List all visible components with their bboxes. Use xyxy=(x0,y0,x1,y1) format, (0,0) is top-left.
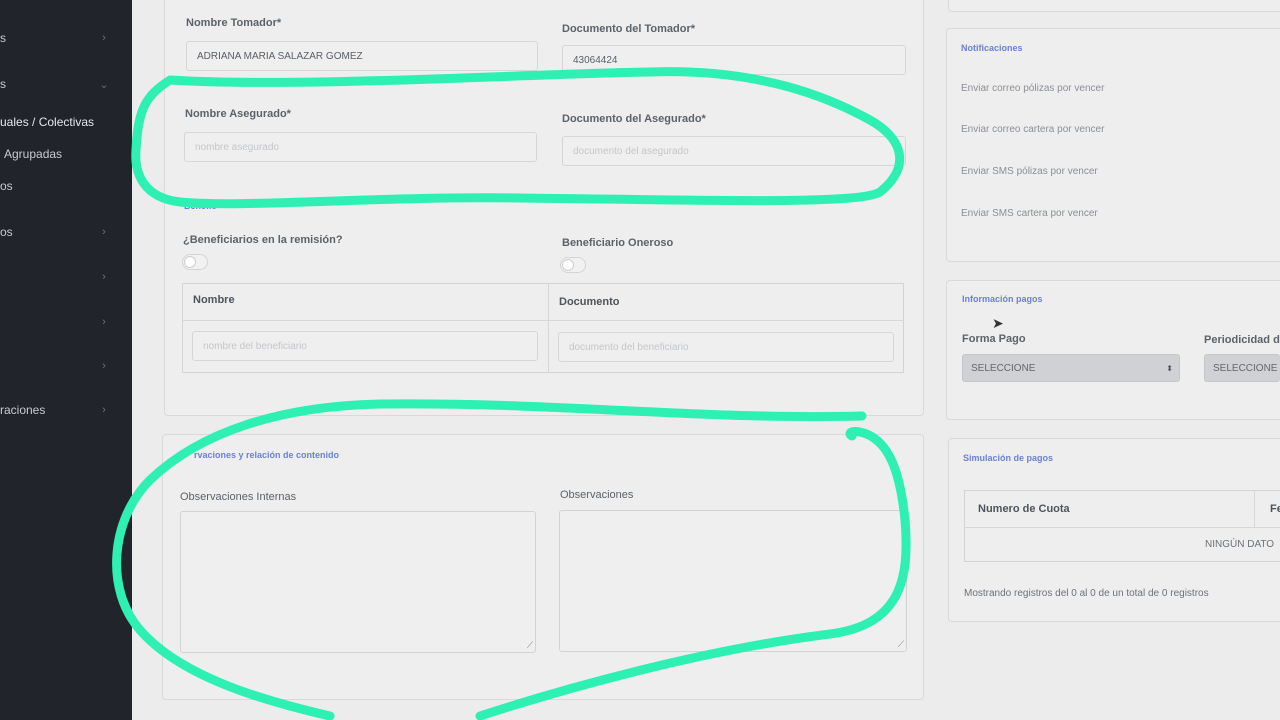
notif-correo-cartera[interactable]: Enviar correo cartera por vencer xyxy=(961,124,1104,135)
chevron-down-icon: ⌄ xyxy=(99,78,109,91)
tomador-name-input[interactable]: ADRIANA MARIA SALAZAR GOMEZ xyxy=(186,41,538,71)
observaciones-section-title: rvaciones y relación de contenido xyxy=(194,450,340,460)
asegurado-doc-label: Documento del Asegurado* xyxy=(562,113,706,125)
sidebar-subitem-3[interactable]: os xyxy=(0,176,110,196)
observaciones-label: Observaciones xyxy=(560,489,634,501)
table-footer-info: Mostrando registros del 0 al 0 de un tot… xyxy=(964,588,1209,599)
mouse-cursor-icon: ➤ xyxy=(992,315,1004,331)
table-header-divider xyxy=(182,320,904,321)
sidebar-subitem-individuales-colectivas[interactable]: uales / Colectivas xyxy=(0,112,132,132)
table-header-documento: Documento xyxy=(559,296,620,308)
table-column-divider xyxy=(1254,490,1255,528)
notif-sms-polizas[interactable]: Enviar SMS pólizas por vencer xyxy=(961,166,1098,177)
info-pagos-title: Información pagos xyxy=(962,294,1043,304)
resize-handle-icon[interactable]: ⟋ xyxy=(898,639,904,650)
table-column-divider xyxy=(548,283,549,373)
tomador-name-label: Nombre Tomador* xyxy=(186,17,282,29)
observaciones-internas-label: Observaciones Internas xyxy=(180,491,297,503)
sidebar-item-configuraciones[interactable]: raciones › xyxy=(0,400,110,420)
chevron-right-icon: › xyxy=(102,32,106,44)
sidebar-item-4[interactable]: › xyxy=(0,267,110,287)
chevron-right-icon: › xyxy=(102,226,106,238)
sidebar-item-6[interactable]: › xyxy=(0,356,110,376)
tomador-doc-label: Documento del Tomador* xyxy=(562,23,696,35)
simulacion-title: Simulación de pagos xyxy=(963,453,1054,463)
sidebar-item-label: Agrupadas xyxy=(4,147,63,161)
chevron-right-icon: › xyxy=(102,404,106,416)
table-header-divider xyxy=(964,527,1280,528)
chevron-right-icon: › xyxy=(102,360,106,372)
sidebar-item-label: os xyxy=(0,225,13,239)
observaciones-textarea[interactable]: ⟋ xyxy=(559,510,907,652)
chevron-right-icon: › xyxy=(102,271,106,283)
asegurado-doc-input[interactable]: documento del asegurado xyxy=(562,136,906,166)
toggle-knob xyxy=(184,256,196,268)
sidebar-item-label: s xyxy=(0,77,6,91)
table-header-numero-cuota: Numero de Cuota xyxy=(978,503,1070,515)
forma-pago-label: Forma Pago xyxy=(962,333,1026,345)
beneficiario-oneroso-toggle[interactable] xyxy=(560,257,586,273)
sidebar-item-label: uales / Colectivas xyxy=(0,115,95,129)
select-arrows-icon: ⬍ xyxy=(1166,363,1173,373)
sidebar-item-3[interactable]: os › xyxy=(0,222,110,242)
table-header-nombre: Nombre xyxy=(193,294,235,306)
simulacion-table xyxy=(964,490,1280,562)
sidebar-item-label: os xyxy=(0,179,13,193)
tomador-doc-input[interactable]: 43064424 xyxy=(562,45,906,75)
observaciones-internas-textarea[interactable]: ⟋ xyxy=(180,511,536,653)
chevron-right-icon: › xyxy=(102,316,106,328)
notif-sms-cartera[interactable]: Enviar SMS cartera por vencer xyxy=(961,208,1098,219)
notificaciones-title: Notificaciones xyxy=(961,43,1023,53)
table-empty-message: NINGÚN DATO xyxy=(1205,539,1275,550)
main-content: Nombre Tomador* ADRIANA MARIA SALAZAR GO… xyxy=(132,0,1280,720)
forma-pago-value: SELECCIONE xyxy=(971,362,1036,374)
sidebar-subitem-agrupadas[interactable]: Agrupadas xyxy=(0,144,114,164)
beneficiario-name-input[interactable]: nombre del beneficiario xyxy=(192,331,538,361)
periodicidad-label: Periodicidad de xyxy=(1204,334,1280,346)
beneficiario-oneroso-label: Beneficiario Oneroso xyxy=(562,237,674,249)
notif-correo-polizas[interactable]: Enviar correo pólizas por vencer xyxy=(961,83,1104,94)
sidebar-item-5[interactable]: › xyxy=(0,312,110,332)
periodicidad-value: SELECCIONE xyxy=(1213,362,1278,374)
asegurado-name-input[interactable]: nombre asegurado xyxy=(184,132,537,162)
sidebar: s › s ⌄ uales / Colectivas Agrupadas os … xyxy=(0,0,132,720)
beneficiarios-section-title: Benefic xyxy=(184,201,217,211)
periodicidad-select[interactable]: SELECCIONE xyxy=(1204,354,1280,382)
sidebar-item-label: s xyxy=(0,31,6,45)
resize-handle-icon[interactable]: ⟋ xyxy=(527,640,533,651)
sidebar-item-2[interactable]: s ⌄ xyxy=(0,74,110,94)
beneficiarios-remision-label: ¿Beneficiarios en la remisión? xyxy=(183,234,343,246)
sidebar-item-1[interactable]: s › xyxy=(0,28,110,48)
table-header-fecha: Fe xyxy=(1270,503,1280,515)
asegurado-name-label: Nombre Asegurado* xyxy=(185,108,291,120)
beneficiarios-remision-toggle[interactable] xyxy=(182,254,208,270)
toggle-knob xyxy=(562,259,574,271)
beneficiario-doc-input[interactable]: documento del beneficiario xyxy=(558,332,894,362)
forma-pago-select[interactable]: SELECCIONE ⬍ xyxy=(962,354,1180,382)
right-top-card xyxy=(948,0,1280,12)
sidebar-item-label: raciones xyxy=(0,403,46,417)
notificaciones-card xyxy=(946,28,1280,262)
